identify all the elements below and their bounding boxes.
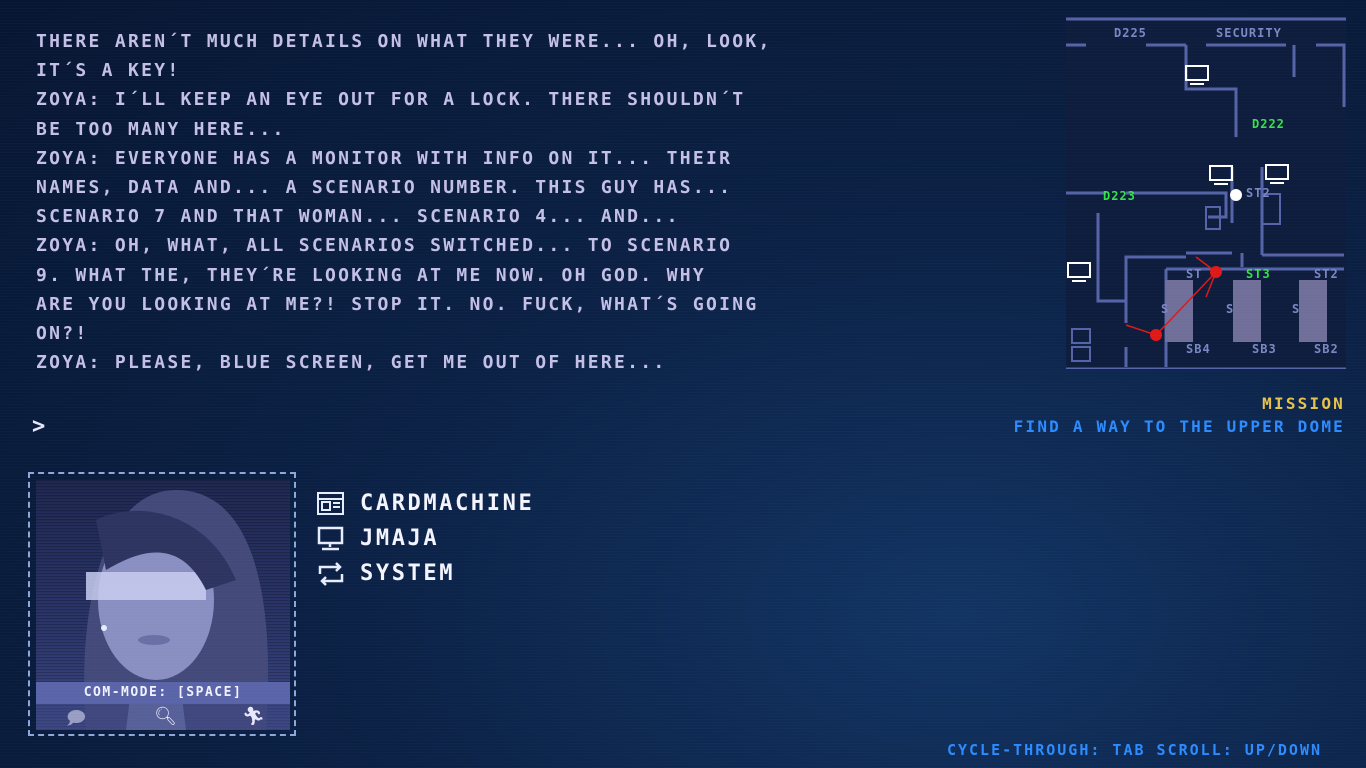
map-label-sb3: SB3: [1252, 342, 1277, 356]
player-marker: [1230, 189, 1242, 201]
map-label-d222: D222: [1252, 117, 1285, 131]
map-label-st2: ST2: [1314, 267, 1339, 281]
map-label-st3: ST3: [1246, 267, 1271, 281]
menu-item-jmaja[interactable]: JMAJA: [316, 521, 534, 556]
dialogue-line: ZOYA: OH, WHAT, ALL SCENARIOS SWITCHED..…: [36, 235, 733, 257]
controls-hint: CYCLE-THROUGH: TAB SCROLL: UP/DOWN: [946, 741, 1322, 759]
menu-item-system[interactable]: SYSTEM: [316, 556, 534, 591]
com-mode-label: COM-MODE: [SPACE]: [36, 682, 290, 704]
dialogue-line: ZOYA: I´LL KEEP AN EYE OUT FOR A LOCK. T…: [36, 89, 746, 111]
map-label-st2-upper: ST2: [1246, 186, 1271, 200]
character-portrait: COM-MODE: [SPACE] 🗩 🔍︎ 🏃︎: [28, 472, 296, 736]
dialogue-log: THERE AREN´T MUCH DETAILS ON WHAT THEY W…: [36, 27, 836, 377]
dialogue-line: ARE YOU LOOKING AT ME?! STOP IT. NO. FUC…: [36, 293, 759, 315]
mission-label: MISSION: [1262, 394, 1345, 413]
dialogue-line: IT´S A KEY!: [36, 60, 181, 82]
map-label-s1: S: [1161, 302, 1169, 316]
dialogue-line: 9. WHAT THE, THEY´RE LOOKING AT ME NOW. …: [36, 264, 706, 286]
running-figure-icon[interactable]: 🏃︎: [242, 706, 265, 727]
dialogue-line: THERE AREN´T MUCH DETAILS ON WHAT THEY W…: [36, 31, 772, 52]
dialogue-line: ZOYA: EVERYONE HAS A MONITOR WITH INFO O…: [36, 147, 733, 169]
map-label-st1: ST: [1186, 267, 1202, 281]
map-label-s2: S: [1226, 302, 1234, 316]
menu-item-label: CARDMACHINE: [360, 491, 535, 516]
magnifier-icon[interactable]: 🔍︎: [154, 706, 177, 727]
card-machine-icon: [317, 491, 344, 515]
dialogue-line: ZOYA: PLEASE, BLUE SCREEN, GET ME OUT OF…: [36, 352, 667, 374]
mission-objective: FIND A WAY TO THE UPPER DOME: [1013, 417, 1345, 436]
map-label-security: SECURITY: [1216, 26, 1282, 40]
menu-item-label: JMAJA: [360, 526, 440, 551]
dialogue-line: NAMES, DATA AND... A SCENARIO NUMBER. TH…: [36, 177, 733, 199]
dialogue-line: BE TOO MANY HERE...: [36, 118, 286, 140]
speech-icon[interactable]: 🗩: [66, 706, 86, 736]
command-prompt[interactable]: >: [32, 414, 45, 439]
cycle-arrows-icon: [318, 561, 344, 586]
enemy-marker: [1150, 329, 1162, 341]
map-label-sb4: SB4: [1186, 342, 1211, 356]
map-label-d223: D223: [1103, 189, 1136, 203]
enemy-marker: [1210, 266, 1222, 278]
com-mode-icons: 🗩 🔍︎ 🏃︎: [36, 704, 290, 730]
device-menu: CARDMACHINE JMAJA SYSTEM: [316, 486, 534, 591]
map-label-s3: S: [1292, 302, 1300, 316]
menu-item-label: SYSTEM: [360, 561, 456, 586]
menu-item-cardmachine[interactable]: CARDMACHINE: [316, 486, 534, 521]
minimap: D225 SECURITY D222 D223 ST2 ST3 ST ST2 S…: [1066, 17, 1346, 369]
dialogue-line: SCENARIO 7 AND THAT WOMAN... SCENARIO 4.…: [36, 206, 680, 228]
dialogue-line: ON?!: [36, 323, 89, 345]
map-label-sb2: SB2: [1314, 342, 1339, 356]
computer-terminal-icon: [317, 526, 344, 550]
map-label-d225: D225: [1114, 26, 1147, 40]
